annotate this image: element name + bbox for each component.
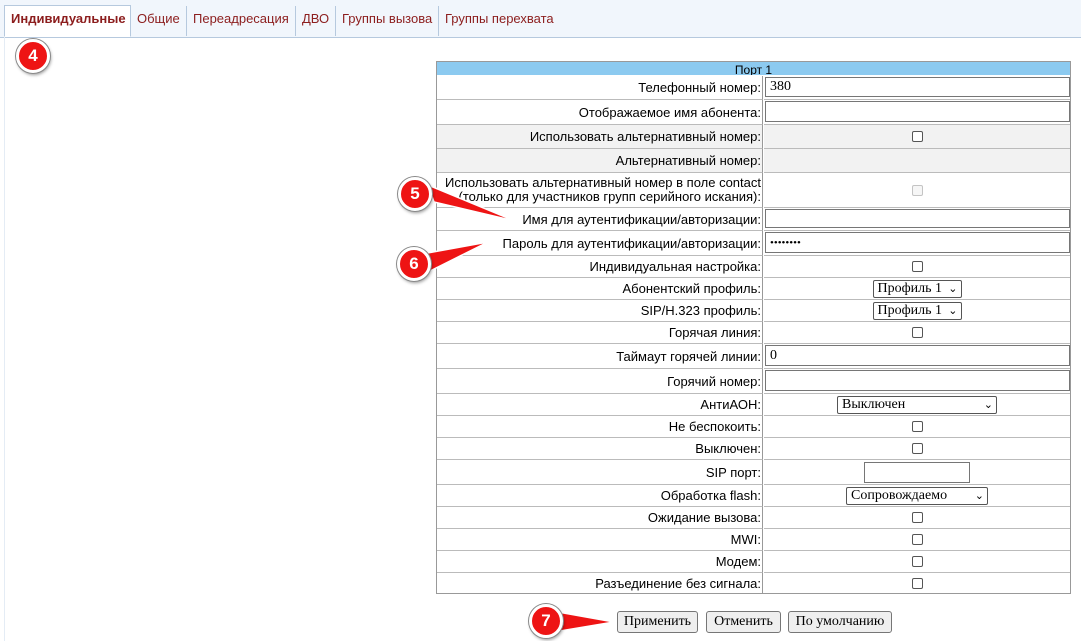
table-header: Порт 1 <box>437 62 1070 75</box>
subscriber-profile-select[interactable]: Профиль 1 ⌄ <box>872 279 962 298</box>
row-alt-contact: Использовать альтернативный номер в поле… <box>437 173 1070 208</box>
hot-number-input[interactable] <box>765 370 1070 391</box>
row-alt-number: Альтернативный номер: <box>437 149 1070 173</box>
call-waiting-label: Ожидание вызова: <box>437 507 763 529</box>
disabled-label: Выключен: <box>437 438 763 460</box>
auth-name-input[interactable] <box>765 209 1070 228</box>
flash-label: Обработка flash: <box>437 485 763 507</box>
hot-number-label: Горячий номер: <box>437 369 763 394</box>
apply-button[interactable]: Применить <box>617 611 698 633</box>
phone-number-label: Телефонный номер: <box>437 76 763 100</box>
tab-dvo[interactable]: ДВО <box>296 6 336 36</box>
individual-setting-label: Индивидуальная настройка: <box>437 256 763 278</box>
flash-select[interactable]: Сопровождаемо ⌄ <box>846 486 988 505</box>
row-flash: Обработка flash: Сопровождаемо ⌄ <box>437 485 1070 507</box>
alt-contact-label-line1: Использовать альтернативный номер в поле… <box>444 175 761 190</box>
anti-aon-label: АнтиАОН: <box>437 394 763 416</box>
row-dnd: Не беспокоить: <box>437 416 1070 438</box>
row-call-waiting: Ожидание вызова: <box>437 507 1070 529</box>
annotation-marker-4: 4 <box>16 39 50 73</box>
sip-profile-label: SIP/H.323 профиль: <box>437 300 763 322</box>
sip-port-input[interactable] <box>864 461 970 483</box>
row-use-alt-number: Использовать альтернативный номер: <box>437 125 1070 149</box>
chevron-down-icon: ⌄ <box>974 489 984 502</box>
row-mwi: MWI: <box>437 529 1070 551</box>
annotation-marker-5: 5 <box>398 177 432 211</box>
row-display-name: Отображаемое имя абонента: <box>437 100 1070 125</box>
port-settings-table: Порт 1 Телефонный номер: Отображаемое им… <box>436 61 1071 594</box>
hotline-timeout-input[interactable] <box>765 345 1070 366</box>
row-individual: Индивидуальная настройка: <box>437 256 1070 278</box>
dnd-label: Не беспокоить: <box>437 416 763 438</box>
anti-aon-select[interactable]: Выключен ⌄ <box>837 395 997 414</box>
alt-number-label: Альтернативный номер: <box>437 149 763 173</box>
auth-password-label: Пароль для аутентификации/авторизации: <box>437 231 763 256</box>
row-hot-number: Горячий номер: <box>437 369 1070 394</box>
alt-contact-checkbox[interactable] <box>911 184 923 196</box>
phone-number-input[interactable] <box>765 77 1070 97</box>
alt-number-value <box>764 149 1070 173</box>
row-anti-aon: АнтиАОН: Выключен ⌄ <box>437 394 1070 416</box>
row-hotline: Горячая линия: <box>437 322 1070 344</box>
left-panel-border <box>4 37 5 641</box>
mwi-checkbox[interactable] <box>911 534 923 545</box>
cancel-button[interactable]: Отменить <box>706 611 781 633</box>
auth-name-label: Имя для аутентификации/авторизации: <box>437 208 763 231</box>
tab-individual[interactable]: Индивидуальные <box>4 5 131 37</box>
annotation-marker-7: 7 <box>529 604 563 638</box>
row-auth-name: Имя для аутентификации/авторизации: <box>437 208 1070 231</box>
display-name-label: Отображаемое имя абонента: <box>437 100 763 125</box>
row-phone-number: Телефонный номер: <box>437 76 1070 100</box>
dnd-checkbox[interactable] <box>911 421 923 432</box>
tab-pickup-groups[interactable]: Группы перехвата <box>439 6 559 36</box>
row-auth-password: Пароль для аутентификации/авторизации: <box>437 231 1070 256</box>
row-disabled: Выключен: <box>437 438 1070 460</box>
tab-bar: Индивидуальные Общие Переадресация ДВО Г… <box>0 0 1081 38</box>
chevron-down-icon: ⌄ <box>983 398 993 411</box>
row-hotline-timeout: Таймаут горячей линии: <box>437 344 1070 369</box>
auth-password-input[interactable] <box>765 232 1070 253</box>
no-signal-disconnect-label: Разъединение без сигнала: <box>437 573 763 593</box>
modem-label: Модем: <box>437 551 763 573</box>
call-waiting-checkbox[interactable] <box>911 512 923 523</box>
tab-general[interactable]: Общие <box>131 6 187 36</box>
sip-port-label: SIP порт: <box>437 460 763 485</box>
row-modem: Модем: <box>437 551 1070 573</box>
tab-call-groups[interactable]: Группы вызова <box>336 6 439 36</box>
hotline-timeout-label: Таймаут горячей линии: <box>437 344 763 369</box>
row-sip-port: SIP порт: <box>437 460 1070 485</box>
annotation-marker-6: 6 <box>397 247 431 281</box>
sip-profile-select[interactable]: Профиль 1 ⌄ <box>872 301 962 320</box>
row-subscriber-profile: Абонентский профиль: Профиль 1 ⌄ <box>437 278 1070 300</box>
chevron-down-icon: ⌄ <box>948 304 958 317</box>
row-sip-profile: SIP/H.323 профиль: Профиль 1 ⌄ <box>437 300 1070 322</box>
display-name-input[interactable] <box>765 101 1070 122</box>
chevron-down-icon: ⌄ <box>948 282 958 295</box>
individual-setting-checkbox[interactable] <box>911 261 923 272</box>
subscriber-profile-label: Абонентский профиль: <box>437 278 763 300</box>
no-signal-disconnect-checkbox[interactable] <box>911 577 923 589</box>
use-alt-number-checkbox[interactable] <box>911 131 923 142</box>
modem-checkbox[interactable] <box>911 556 923 567</box>
row-no-signal: Разъединение без сигнала: <box>437 573 1070 593</box>
disabled-checkbox[interactable] <box>911 443 923 454</box>
mwi-label: MWI: <box>437 529 763 551</box>
hotline-checkbox[interactable] <box>911 327 923 338</box>
arrow-7 <box>557 611 615 632</box>
alt-contact-label-line2: (только для участников групп серийного и… <box>458 189 761 204</box>
tab-forwarding[interactable]: Переадресация <box>187 6 296 36</box>
hotline-label: Горячая линия: <box>437 322 763 344</box>
use-alt-number-label: Использовать альтернативный номер: <box>437 125 763 149</box>
default-button[interactable]: По умолчанию <box>788 611 892 633</box>
